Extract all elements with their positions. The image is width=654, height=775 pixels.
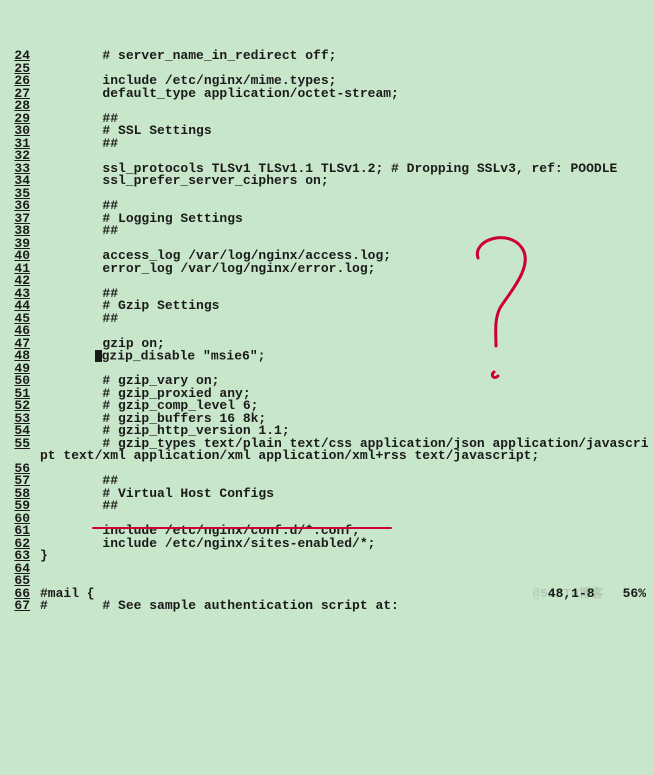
code-line: 27 default_type application/octet-stream… <box>0 88 654 101</box>
code-text: ## <box>40 313 654 326</box>
code-text <box>40 100 654 113</box>
code-line: 41 error_log /var/log/nginx/error.log; <box>0 263 654 276</box>
code-line: 34 ssl_prefer_server_ciphers on; <box>0 175 654 188</box>
code-text: # server_name_in_redirect off; <box>40 50 654 63</box>
code-text: ## <box>40 138 654 151</box>
cursor-icon <box>95 350 102 362</box>
code-text: # Gzip Settings <box>40 300 654 313</box>
code-line: 31 ## <box>0 138 654 151</box>
code-line: 62 include /etc/nginx/sites-enabled/*; <box>0 538 654 551</box>
code-line: 38 ## <box>0 225 654 238</box>
code-text <box>40 188 654 201</box>
underline-annotation <box>92 527 392 529</box>
code-line: 24 # server_name_in_redirect off; <box>0 50 654 63</box>
code-text <box>40 463 654 476</box>
status-bar: 48,1-8 56% <box>0 588 654 601</box>
code-line: 59 ## <box>0 500 654 513</box>
code-line-wrap: pt text/xml application/xml application/… <box>0 450 654 463</box>
line-number: 55 <box>0 438 32 451</box>
code-text: ## <box>40 500 654 513</box>
code-line: 47 gzip on; <box>0 338 654 351</box>
code-text: # SSL Settings <box>40 125 654 138</box>
code-text <box>40 275 654 288</box>
code-text: # Virtual Host Configs <box>40 488 654 501</box>
code-text: gzip_disable "msie6"; <box>40 350 654 363</box>
cursor-position: 48,1-8 <box>548 588 595 601</box>
code-text: include /etc/nginx/sites-enabled/*; <box>40 538 654 551</box>
code-text: default_type application/octet-stream; <box>40 88 654 101</box>
code-text: error_log /var/log/nginx/error.log; <box>40 263 654 276</box>
code-text: } <box>40 550 654 563</box>
code-text <box>40 563 654 576</box>
code-text: ssl_prefer_server_ciphers on; <box>40 175 654 188</box>
code-text: # Logging Settings <box>40 213 654 226</box>
code-line: 45 ## <box>0 313 654 326</box>
code-line: 63} <box>0 550 654 563</box>
code-text: ## <box>40 225 654 238</box>
code-line: 48 gzip_disable "msie6"; <box>0 350 654 363</box>
code-line: 64 <box>0 563 654 576</box>
scroll-percent: 56% <box>623 588 646 601</box>
